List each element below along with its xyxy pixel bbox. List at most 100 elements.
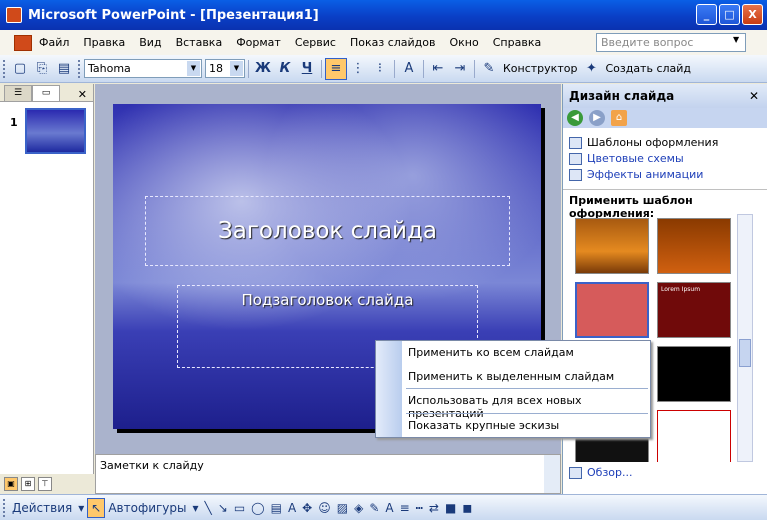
menu-window[interactable]: Окно	[443, 36, 486, 49]
3d-icon[interactable]: ◼	[459, 498, 475, 518]
chevron-down-icon[interactable]: ▼	[230, 61, 243, 76]
chevron-down-icon[interactable]: ▼	[187, 61, 200, 76]
tab-slides[interactable]: ▭	[32, 85, 60, 101]
back-icon[interactable]: ◀	[567, 110, 583, 126]
menu-apply-all[interactable]: Применить ко всем слайдам	[408, 346, 574, 359]
scrollbar-thumb[interactable]	[739, 339, 751, 367]
browse-link[interactable]: Обзор...	[569, 466, 633, 479]
chevron-down-icon[interactable]: ▾	[190, 498, 202, 518]
decrease-indent-icon[interactable]: ⇤	[427, 58, 449, 80]
close-icon[interactable]: ✕	[749, 89, 759, 103]
menu-use-for-new[interactable]: Использовать для всех новых презентаций	[408, 394, 650, 420]
numbering-icon[interactable]: ⋮	[347, 58, 369, 80]
copy-icon[interactable]: ⎘	[31, 58, 53, 80]
template-caption: Lorem Ipsum	[661, 286, 701, 293]
document-icon[interactable]	[14, 34, 32, 51]
arrow-style-icon[interactable]: ⇄	[426, 498, 442, 518]
line-style-icon[interactable]: ≡	[397, 498, 413, 518]
font-color-icon[interactable]: A	[382, 498, 396, 518]
design-icon[interactable]: ✎	[478, 58, 500, 80]
menu-help[interactable]: Справка	[486, 36, 548, 49]
italic-button[interactable]: К	[274, 58, 296, 80]
align-left-icon[interactable]: ≡	[325, 57, 347, 80]
wordart-icon[interactable]: A	[285, 498, 299, 518]
increase-indent-icon[interactable]: ⇥	[449, 58, 471, 80]
normal-view-icon[interactable]: ▣	[4, 477, 18, 491]
new-slide-icon[interactable]: ✦	[580, 58, 602, 80]
slides-pane: ☰ ▭ ✕ 1	[0, 84, 94, 474]
powerpoint-icon[interactable]	[6, 7, 22, 23]
font-size-select[interactable]: 18 ▼	[205, 59, 245, 78]
title-placeholder[interactable]: Заголовок слайда	[145, 196, 510, 266]
task-pane-title: Дизайн слайда	[569, 89, 675, 103]
design-template[interactable]	[657, 346, 731, 402]
design-template[interactable]	[575, 218, 649, 274]
chevron-down-icon[interactable]: ▾	[75, 498, 87, 518]
close-button[interactable]: X	[742, 4, 763, 25]
link-animation-schemes[interactable]: Эффекты анимации	[569, 168, 767, 181]
dash-style-icon[interactable]: ┅	[413, 498, 426, 518]
shadow-icon[interactable]: ■	[442, 498, 459, 518]
notes-scrollbar[interactable]	[544, 455, 560, 493]
font-select[interactable]: Tahoma ▼	[84, 59, 202, 78]
new-slide-button[interactable]: Создать слайд	[602, 62, 694, 75]
bullets-icon[interactable]: ⁝	[369, 58, 391, 80]
menu-show-large-previews[interactable]: Показать крупные эскизы	[408, 419, 559, 432]
link-design-templates[interactable]: Шаблоны оформления	[569, 136, 767, 149]
menu-slideshow[interactable]: Показ слайдов	[343, 36, 443, 49]
actions-menu[interactable]: Действия	[9, 498, 75, 518]
constructor-button[interactable]: Конструктор	[500, 62, 580, 75]
textbox-icon[interactable]: ▤	[268, 498, 285, 518]
minimize-button[interactable]: _	[696, 4, 717, 25]
separator	[474, 59, 475, 78]
line-icon[interactable]: ╲	[202, 498, 215, 518]
forward-icon[interactable]: ▶	[589, 110, 605, 126]
bold-button[interactable]: Ж	[252, 58, 274, 80]
title-bar: Microsoft PowerPoint - [Презентация1] _ …	[0, 0, 767, 30]
maximize-button[interactable]: □	[719, 4, 740, 25]
formatting-toolbar: ▢ ⎘ ▤ Tahoma ▼ 18 ▼ Ж К Ч ≡ ⋮ ⁝ A ⇤ ⇥ ✎ Ко…	[0, 55, 767, 83]
increase-font-icon[interactable]: A	[398, 58, 420, 80]
menu-gutter	[376, 341, 402, 437]
toolbar-grip[interactable]	[78, 59, 81, 78]
slideshow-view-icon[interactable]: ⊤	[38, 477, 52, 491]
design-template[interactable]	[657, 410, 731, 462]
toolbar-grip[interactable]	[3, 498, 6, 517]
notes-pane[interactable]: Заметки к слайду	[95, 454, 561, 494]
design-template[interactable]: Lorem Ipsum	[657, 282, 731, 338]
link-color-schemes[interactable]: Цветовые схемы	[569, 152, 767, 165]
fill-color-icon[interactable]: ◈	[351, 498, 366, 518]
ask-question-input[interactable]: Введите вопрос	[596, 33, 746, 52]
underline-button[interactable]: Ч	[296, 58, 318, 80]
menu-file[interactable]: Файл	[32, 36, 76, 49]
animation-icon	[569, 168, 582, 181]
ellipse-icon[interactable]: ◯	[248, 498, 267, 518]
autoshapes-menu[interactable]: Автофигуры	[105, 498, 189, 518]
design-template-selected[interactable]	[575, 282, 649, 338]
design-template[interactable]	[657, 218, 731, 274]
tab-outline[interactable]: ☰	[4, 85, 32, 101]
clipart-icon[interactable]: ☺	[315, 498, 334, 518]
home-icon[interactable]: ⌂	[611, 110, 627, 126]
menu-bar: Файл Правка Вид Вставка Формат Сервис По…	[0, 30, 767, 55]
toolbar-grip[interactable]	[3, 59, 6, 78]
slide-thumbnail[interactable]	[25, 108, 86, 154]
menu-edit[interactable]: Правка	[76, 36, 132, 49]
menu-insert[interactable]: Вставка	[169, 36, 230, 49]
menu-format[interactable]: Формат	[229, 36, 288, 49]
gallery-scrollbar[interactable]	[737, 214, 753, 462]
new-icon[interactable]: ▢	[9, 58, 31, 80]
paste-icon[interactable]: ▤	[53, 58, 75, 80]
line-color-icon[interactable]: ✎	[366, 498, 382, 518]
menu-apply-selected[interactable]: Применить к выделенным слайдам	[408, 370, 614, 383]
sorter-view-icon[interactable]: ⊞	[21, 477, 35, 491]
close-icon[interactable]: ✕	[78, 88, 87, 101]
menu-view[interactable]: Вид	[132, 36, 168, 49]
rectangle-icon[interactable]: ▭	[231, 498, 248, 518]
select-pointer-icon[interactable]: ↖	[87, 497, 106, 518]
menu-tools[interactable]: Сервис	[288, 36, 343, 49]
diagram-icon[interactable]: ✥	[299, 498, 315, 518]
chevron-down-icon[interactable]: ▼	[733, 35, 739, 44]
arrow-icon[interactable]: ↘	[215, 498, 231, 518]
picture-icon[interactable]: ▨	[334, 498, 351, 518]
